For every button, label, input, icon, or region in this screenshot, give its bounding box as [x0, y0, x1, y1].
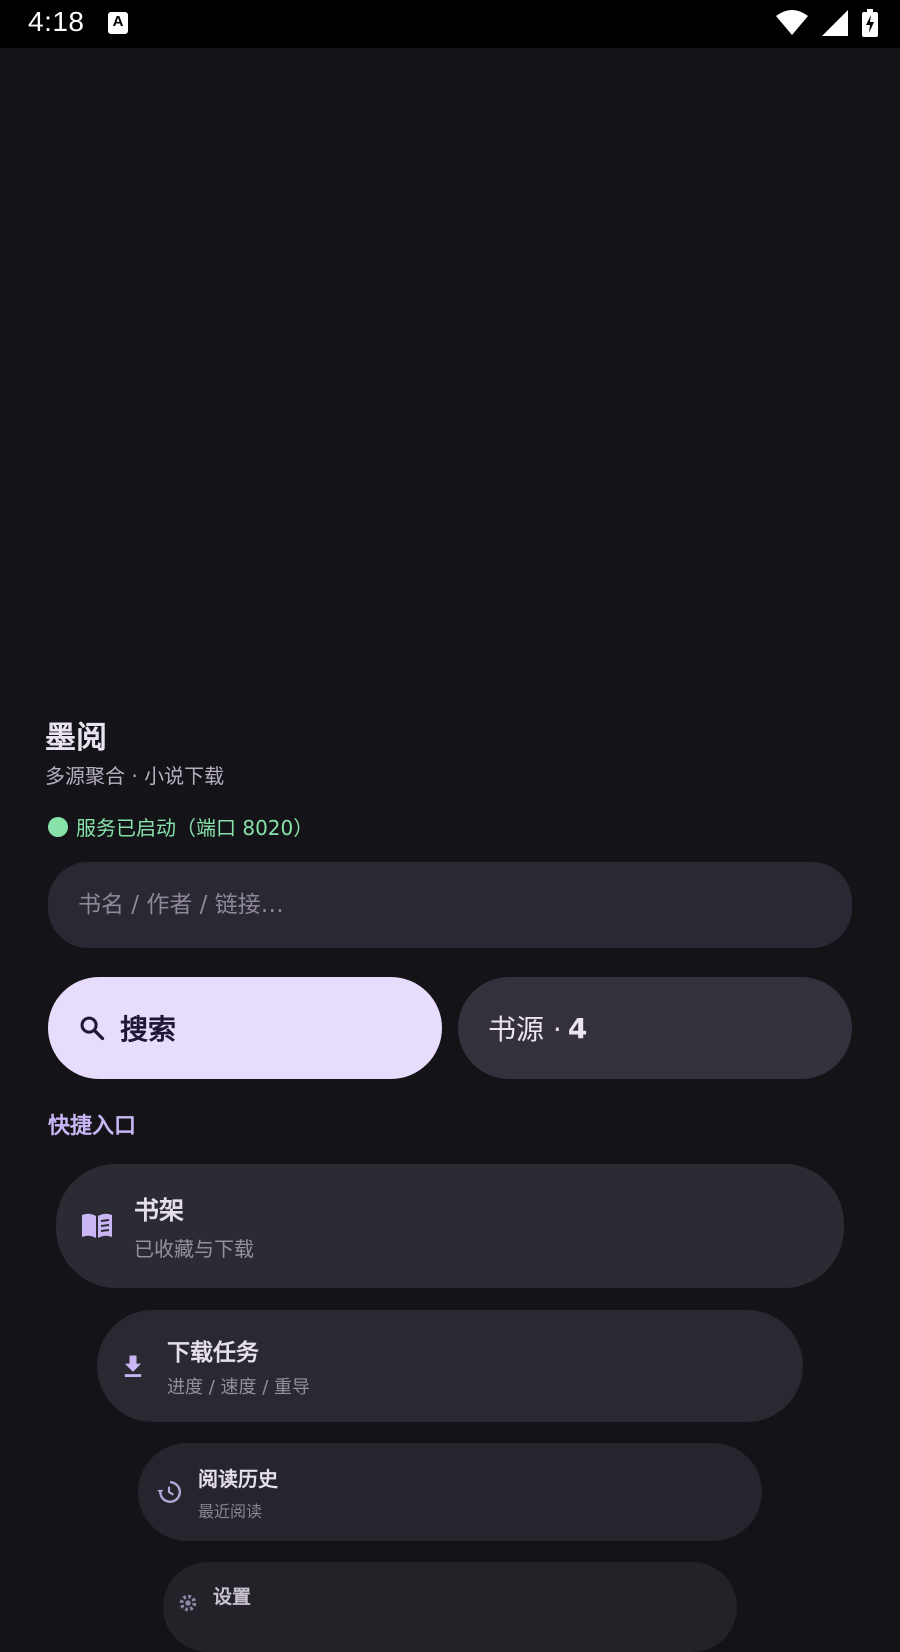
reading-history-card[interactable]: 阅读历史 最近阅读: [138, 1443, 762, 1541]
app-title: 墨阅: [45, 720, 107, 756]
reading-history-title: 阅读历史: [198, 1466, 278, 1491]
service-status: 服务已启动（端口 8020）: [48, 812, 313, 841]
download-icon: [124, 1355, 142, 1377]
reading-history-subtitle: 最近阅读: [198, 1501, 263, 1521]
wifi-icon: [776, 10, 808, 35]
download-tasks-card[interactable]: 下载任务 进度 / 速度 / 重导: [97, 1310, 803, 1422]
sources-count: 4: [567, 1011, 588, 1045]
search-input[interactable]: [48, 862, 852, 948]
search-button[interactable]: 搜索: [48, 977, 442, 1079]
settings-title: 设置: [213, 1586, 252, 1608]
download-tasks-subtitle: 进度 / 速度 / 重导: [167, 1377, 311, 1398]
cellular-signal-icon: [822, 10, 848, 36]
status-bar: 4:18 A: [0, 0, 900, 48]
battery-charging-icon: [862, 9, 878, 37]
bookshelf-subtitle: 已收藏与下载: [134, 1236, 254, 1261]
app-subtitle: 多源聚合 · 小说下载: [45, 764, 225, 788]
sources-button-label: 书源 ·: [488, 1013, 562, 1046]
settings-text: 设置: [213, 1582, 251, 1609]
history-icon: [157, 1481, 181, 1503]
bookshelf-text: 书架 已收藏与下载: [134, 1191, 254, 1262]
book-open-icon: [82, 1213, 112, 1238]
gear-icon: [179, 1594, 197, 1612]
reading-history-text: 阅读历史 最近阅读: [198, 1463, 278, 1522]
search-button-label: 搜索: [120, 1013, 177, 1046]
search-icon: [80, 1016, 105, 1041]
notification-a-icon: A: [108, 12, 128, 34]
quick-entry-label: 快捷入口: [48, 1114, 137, 1139]
service-status-text: 服务已启动（端口 8020）: [76, 816, 314, 840]
sources-button[interactable]: 书源 · 4: [458, 977, 852, 1079]
download-tasks-title: 下载任务: [167, 1340, 259, 1366]
settings-card[interactable]: 设置: [163, 1562, 737, 1652]
download-tasks-text: 下载任务 进度 / 速度 / 重导: [167, 1333, 310, 1399]
status-icons: [776, 9, 878, 37]
bookshelf-title: 书架: [134, 1195, 185, 1225]
status-time: 4:18: [28, 6, 85, 37]
status-dot-icon: [48, 816, 68, 837]
bookshelf-card[interactable]: 书架 已收藏与下载: [56, 1164, 844, 1288]
